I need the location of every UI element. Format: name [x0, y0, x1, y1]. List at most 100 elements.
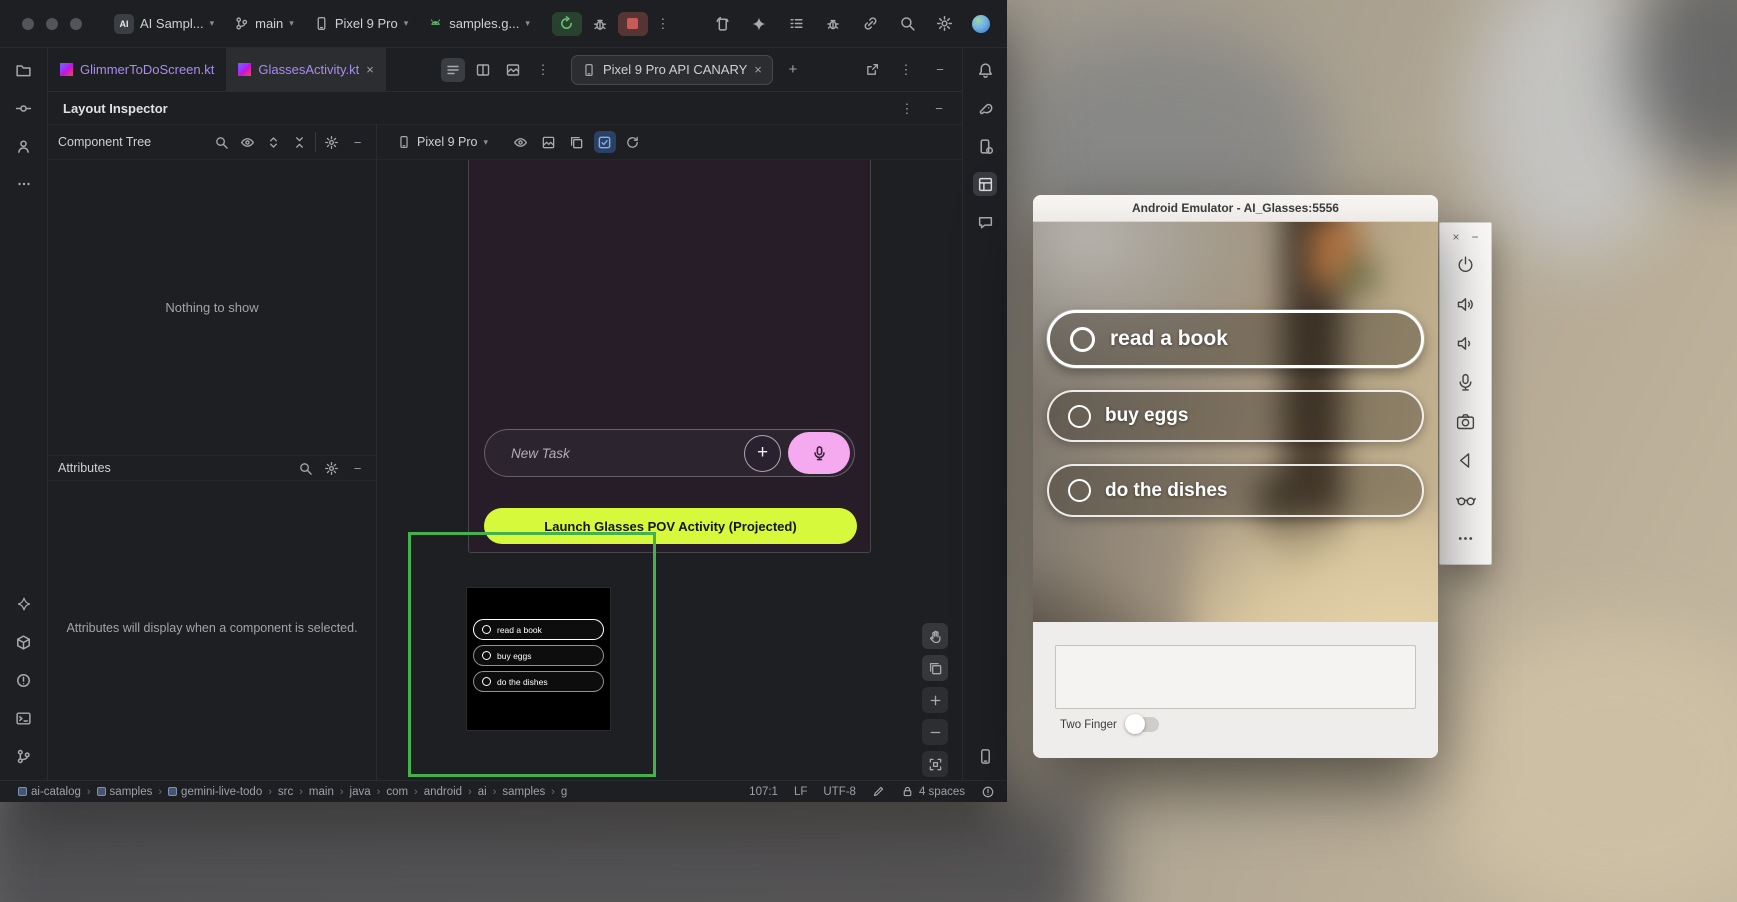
- close-tab-icon[interactable]: ×: [366, 63, 374, 76]
- tree-hide-button[interactable]: −: [347, 132, 368, 153]
- attributes-settings-button[interactable]: [321, 458, 342, 479]
- attributes-hide-button[interactable]: −: [347, 458, 368, 479]
- breadcrumb-item[interactable]: java: [350, 786, 371, 798]
- code-view-button[interactable]: [441, 58, 465, 82]
- gemini-button[interactable]: [745, 10, 773, 38]
- tree-search-button[interactable]: [211, 132, 232, 153]
- render-device-selector[interactable]: Pixel 9 Pro ▾: [391, 132, 494, 152]
- zoom-out-button[interactable]: [922, 719, 948, 745]
- tree-settings-button[interactable]: [321, 132, 342, 153]
- device-manager-tool-button[interactable]: [973, 134, 997, 158]
- breadcrumb-item[interactable]: src: [278, 786, 293, 798]
- toolbar-minimize-button[interactable]: −: [1472, 230, 1479, 244]
- phone-screen-render[interactable]: + Launch Glasses POV Activity (Projected…: [468, 160, 871, 553]
- attributes-search-button[interactable]: [295, 458, 316, 479]
- close-device-icon[interactable]: ×: [754, 63, 762, 76]
- emulator-text-input[interactable]: [1055, 645, 1416, 709]
- bug-report-button[interactable]: [819, 10, 847, 38]
- breadcrumb-item[interactable]: gemini-live-todo: [168, 786, 262, 798]
- minimize-window-button[interactable]: [46, 18, 58, 30]
- panel-more-button[interactable]: ⋮: [894, 58, 918, 82]
- new-task-input[interactable]: [511, 446, 744, 461]
- breadcrumb-item[interactable]: ai: [478, 786, 487, 798]
- expand-all-button[interactable]: [263, 132, 284, 153]
- layer-mode-button[interactable]: [922, 655, 948, 681]
- project-tool-button[interactable]: [12, 58, 36, 82]
- voice-input-button[interactable]: [788, 432, 850, 474]
- breadcrumb-item[interactable]: main: [309, 786, 334, 798]
- device-streaming-button[interactable]: [708, 10, 736, 38]
- live-updates-toggle[interactable]: [594, 131, 616, 153]
- services-tool-button[interactable]: [12, 630, 36, 654]
- breadcrumb-item[interactable]: samples: [97, 786, 153, 798]
- terminal-tool-button[interactable]: [12, 706, 36, 730]
- hide-panel-button[interactable]: −: [928, 58, 952, 82]
- breadcrumb-item[interactable]: android: [424, 786, 462, 798]
- running-devices-tool-button[interactable]: [973, 744, 997, 768]
- tab-glassesactivity[interactable]: GlassesActivity.kt ×: [226, 48, 385, 92]
- emulator-mic-button[interactable]: [1447, 363, 1485, 402]
- line-ending[interactable]: LF: [794, 786, 807, 798]
- new-task-field[interactable]: +: [484, 429, 855, 477]
- emulator-screen[interactable]: read a book buy eggs do the dishes: [1033, 222, 1438, 622]
- layout-inspector-tool-button[interactable]: [973, 172, 997, 196]
- vcs-branch-widget[interactable]: main ▾: [226, 9, 302, 39]
- gemini-tool-button[interactable]: [12, 592, 36, 616]
- notifications-tool-button[interactable]: [973, 58, 997, 82]
- emulator-todo-item[interactable]: read a book: [1047, 310, 1424, 368]
- running-device-tab[interactable]: Pixel 9 Pro API CANARY ×: [571, 55, 773, 85]
- close-window-button[interactable]: [22, 18, 34, 30]
- zoom-in-button[interactable]: [922, 687, 948, 713]
- breadcrumb-item[interactable]: com: [386, 786, 408, 798]
- emulator-power-button[interactable]: [1447, 246, 1485, 285]
- design-view-button[interactable]: [501, 58, 525, 82]
- add-task-button[interactable]: +: [744, 435, 781, 472]
- run-config-widget[interactable]: samples.g... ▾: [420, 9, 538, 39]
- inspector-more-button[interactable]: ⋮: [896, 97, 918, 119]
- pull-requests-tool-button[interactable]: [12, 134, 36, 158]
- settings-button[interactable]: [930, 10, 958, 38]
- file-encoding[interactable]: UTF-8: [823, 786, 856, 798]
- stop-button[interactable]: [618, 12, 648, 36]
- emulator-volume-down-button[interactable]: [1447, 324, 1485, 363]
- device-render-canvas[interactable]: + Launch Glasses POV Activity (Projected…: [377, 160, 962, 780]
- search-everywhere-button[interactable]: [893, 10, 921, 38]
- emulator-volume-up-button[interactable]: [1447, 285, 1485, 324]
- column-mode-widget[interactable]: [872, 785, 885, 798]
- toolbar-close-button[interactable]: ×: [1452, 230, 1459, 244]
- link-button[interactable]: [856, 10, 884, 38]
- run-more-options-button[interactable]: ⋮: [652, 12, 674, 36]
- two-finger-toggle[interactable]: [1127, 717, 1159, 732]
- add-device-button[interactable]: +: [781, 58, 805, 82]
- emulator-glasses-button[interactable]: [1447, 480, 1485, 519]
- rerun-button[interactable]: [552, 12, 582, 36]
- emulator-back-button[interactable]: [1447, 441, 1485, 480]
- emulator-todo-item[interactable]: do the dishes: [1047, 464, 1424, 517]
- task-list-button[interactable]: [782, 10, 810, 38]
- project-widget[interactable]: AI AI Sampl... ▾: [106, 9, 222, 39]
- render-visibility-button[interactable]: [510, 131, 532, 153]
- gradle-tool-button[interactable]: [973, 96, 997, 120]
- open-in-new-window-button[interactable]: [860, 58, 884, 82]
- zoom-window-button[interactable]: [70, 18, 82, 30]
- collapse-all-button[interactable]: [289, 132, 310, 153]
- inspections-widget[interactable]: [981, 785, 995, 799]
- app-quality-insights-tool-button[interactable]: [973, 210, 997, 234]
- editor-more-button[interactable]: ⋮: [531, 58, 555, 82]
- commit-tool-button[interactable]: [12, 96, 36, 120]
- refresh-button[interactable]: [622, 131, 644, 153]
- more-tools-button[interactable]: [12, 172, 36, 196]
- zoom-fit-button[interactable]: [922, 751, 948, 777]
- caret-position[interactable]: 107:1: [749, 786, 778, 798]
- problems-tool-button[interactable]: [12, 668, 36, 692]
- breadcrumb-item[interactable]: ai-catalog: [18, 786, 81, 798]
- device-selector-widget[interactable]: Pixel 9 Pro ▾: [306, 9, 416, 39]
- version-control-tool-button[interactable]: [12, 744, 36, 768]
- breadcrumb-item[interactable]: samples: [502, 786, 545, 798]
- indent-widget[interactable]: 4 spaces: [901, 785, 965, 798]
- emulator-more-button[interactable]: [1447, 519, 1485, 558]
- emulator-todo-item[interactable]: buy eggs: [1047, 390, 1424, 442]
- breadcrumb-item[interactable]: g: [561, 786, 567, 798]
- pan-tool-button[interactable]: [922, 623, 948, 649]
- profile-button[interactable]: [967, 10, 995, 38]
